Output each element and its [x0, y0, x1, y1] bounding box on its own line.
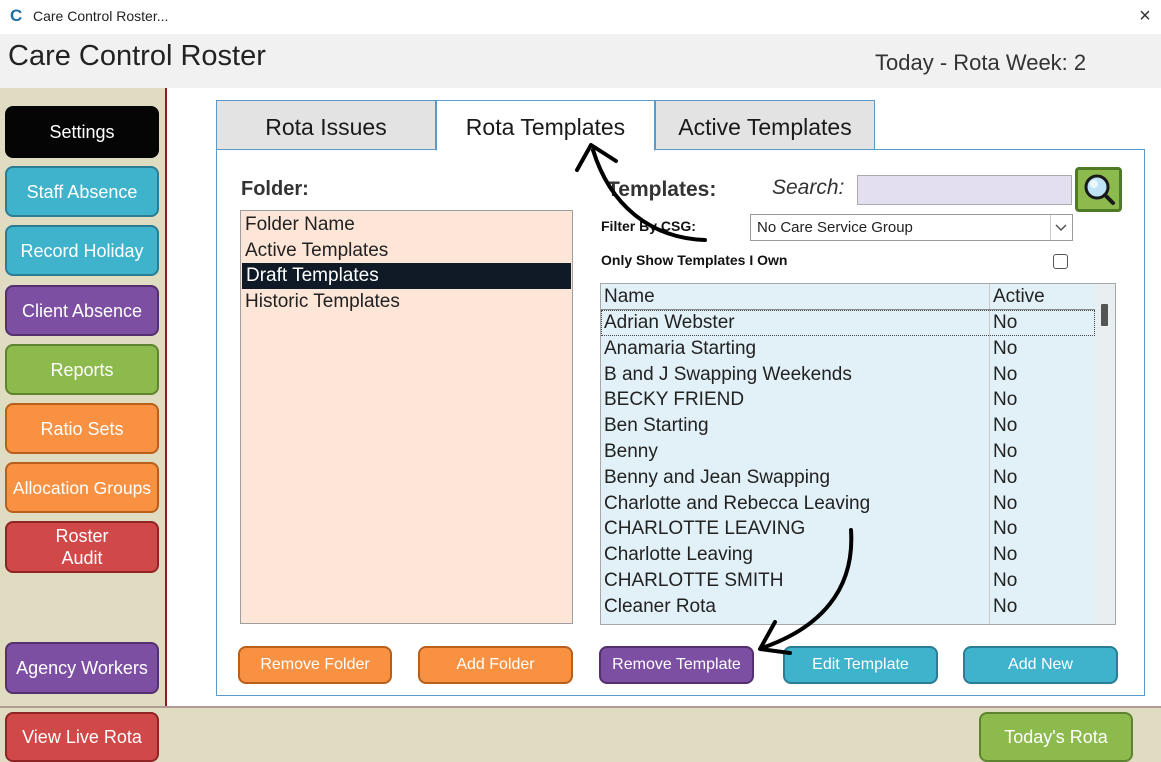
- only-own-templates-checkbox[interactable]: [1053, 254, 1068, 269]
- template-active-cell: No: [993, 570, 1018, 591]
- template-name-cell: CHARLOTTE SMITH: [604, 570, 784, 591]
- template-name-cell: Cleaner Rota: [604, 595, 716, 617]
- close-window-button[interactable]: ×: [1133, 4, 1157, 28]
- window-title: Care Control Roster...: [33, 8, 169, 24]
- tab-active-templates[interactable]: Active Templates: [655, 100, 875, 150]
- template-active-cell: No: [993, 363, 1018, 385]
- header-divider: [601, 309, 1095, 310]
- template-name-cell: Benny and Jean Swapping: [604, 466, 831, 488]
- tab-rota-issues[interactable]: Rota Issues: [216, 100, 436, 150]
- table-row[interactable]: Ben Starting No: [601, 413, 1095, 439]
- magnifier-icon: [1084, 174, 1115, 205]
- remove-template-button[interactable]: Remove Template: [599, 646, 754, 684]
- template-name-cell: B and J Swapping Weekends: [604, 363, 852, 385]
- table-row[interactable]: Charlotte and Rebecca Leaving No: [601, 491, 1095, 517]
- add-folder-button[interactable]: Add Folder: [418, 646, 573, 684]
- search-input[interactable]: [857, 175, 1072, 205]
- chevron-down-icon[interactable]: [1050, 215, 1071, 240]
- window-titlebar: [0, 0, 1161, 34]
- only-own-templates-label: Only Show Templates I Own: [601, 252, 788, 268]
- rota-week-label: Today - Rota Week: 2: [875, 50, 1087, 75]
- sidebar-ratio-sets-button[interactable]: Ratio Sets: [5, 403, 159, 454]
- template-active-cell: No: [993, 312, 1018, 333]
- folder-list[interactable]: Folder Name Active Templates Draft Templ…: [240, 210, 573, 624]
- template-name-cell: CHARLOTTE LEAVING: [604, 518, 806, 540]
- app-logo-icon: C: [10, 6, 23, 25]
- template-active-cell: No: [993, 441, 1018, 462]
- template-active-cell: No: [993, 492, 1018, 514]
- template-name-cell: Ben Starting: [604, 415, 709, 437]
- table-row[interactable]: CHARLOTTE LEAVING No: [601, 516, 1095, 542]
- template-name-cell: Benny: [604, 441, 658, 462]
- template-active-cell: No: [993, 389, 1018, 411]
- search-button[interactable]: [1075, 167, 1122, 212]
- table-row[interactable]: Adrian Webster No: [601, 310, 1095, 336]
- table-row[interactable]: Cleaner Rota No: [601, 594, 1095, 620]
- sidebar-staff-absence-button[interactable]: Staff Absence: [5, 166, 159, 217]
- add-new-button[interactable]: Add New: [963, 646, 1118, 684]
- folder-item-active-templates[interactable]: Active Templates: [241, 238, 572, 264]
- sidebar-record-holiday-button[interactable]: Record Holiday: [5, 225, 159, 276]
- templates-label: Templates:: [607, 178, 717, 201]
- search-label: Search:: [772, 176, 845, 199]
- column-header-name[interactable]: Name: [604, 284, 655, 310]
- table-row[interactable]: Benny and Jean Swapping No: [601, 465, 1095, 491]
- edit-template-button[interactable]: Edit Template: [783, 646, 938, 684]
- table-row[interactable]: CHARLOTTE SMITH No: [601, 568, 1095, 594]
- sidebar-client-absence-button[interactable]: Client Absence: [5, 285, 159, 336]
- sidebar-agency-workers-button[interactable]: Agency Workers: [5, 642, 159, 694]
- sidebar-settings-button[interactable]: Settings: [5, 106, 159, 158]
- folder-label: Folder:: [241, 178, 309, 200]
- sidebar: Settings Staff Absence Record Holiday Cl…: [0, 88, 167, 706]
- templates-table[interactable]: Name Active Adrian Webster No Anamaria Sta…: [600, 283, 1116, 625]
- todays-rota-button[interactable]: Today's Rota: [979, 712, 1133, 762]
- template-active-cell: No: [993, 595, 1018, 617]
- template-name-cell: BECKY FRIEND: [604, 389, 745, 411]
- table-row[interactable]: Charlotte Leaving No: [601, 542, 1095, 568]
- template-active-cell: No: [993, 544, 1018, 566]
- column-header-active[interactable]: Active: [993, 284, 1045, 310]
- table-row[interactable]: Anamaria Starting No: [601, 336, 1095, 362]
- folder-item-draft-templates[interactable]: Draft Templates: [242, 263, 571, 289]
- template-name-cell: Charlotte and Rebecca Leaving: [604, 492, 871, 514]
- folder-item-historic-templates[interactable]: Historic Templates: [241, 289, 572, 315]
- scrollbar-thumb[interactable]: [1101, 304, 1108, 326]
- filter-csg-select[interactable]: No Care Service Group: [750, 214, 1073, 241]
- table-row[interactable]: B and J Swapping Weekends No: [601, 362, 1095, 388]
- folder-list-header: Folder Name: [245, 214, 355, 235]
- template-name-cell: Adrian Webster: [604, 312, 735, 333]
- template-active-cell: No: [993, 415, 1018, 437]
- template-active-cell: No: [993, 466, 1018, 488]
- sidebar-reports-button[interactable]: Reports: [5, 344, 159, 395]
- template-active-cell: No: [993, 337, 1018, 359]
- remove-folder-button[interactable]: Remove Folder: [238, 646, 392, 684]
- footer-bar: View Live Rota Today's Rota: [0, 706, 1161, 762]
- template-active-cell: No: [993, 518, 1018, 540]
- sidebar-allocation-groups-button[interactable]: Allocation Groups: [5, 462, 159, 513]
- column-separator: [989, 284, 990, 624]
- app-title: Care Control Roster: [8, 40, 266, 72]
- tab-rota-templates[interactable]: Rota Templates: [436, 100, 655, 151]
- sidebar-roster-audit-button[interactable]: Roster Audit: [5, 521, 159, 573]
- view-live-rota-button[interactable]: View Live Rota: [5, 712, 159, 762]
- table-scrollbar[interactable]: [1096, 284, 1115, 624]
- filter-csg-label: Filter By CSG:: [601, 218, 696, 234]
- template-name-cell: Charlotte Leaving: [604, 544, 753, 566]
- table-row[interactable]: Benny No: [601, 439, 1095, 465]
- table-row[interactable]: BECKY FRIEND No: [601, 387, 1095, 413]
- template-name-cell: Anamaria Starting: [604, 337, 757, 359]
